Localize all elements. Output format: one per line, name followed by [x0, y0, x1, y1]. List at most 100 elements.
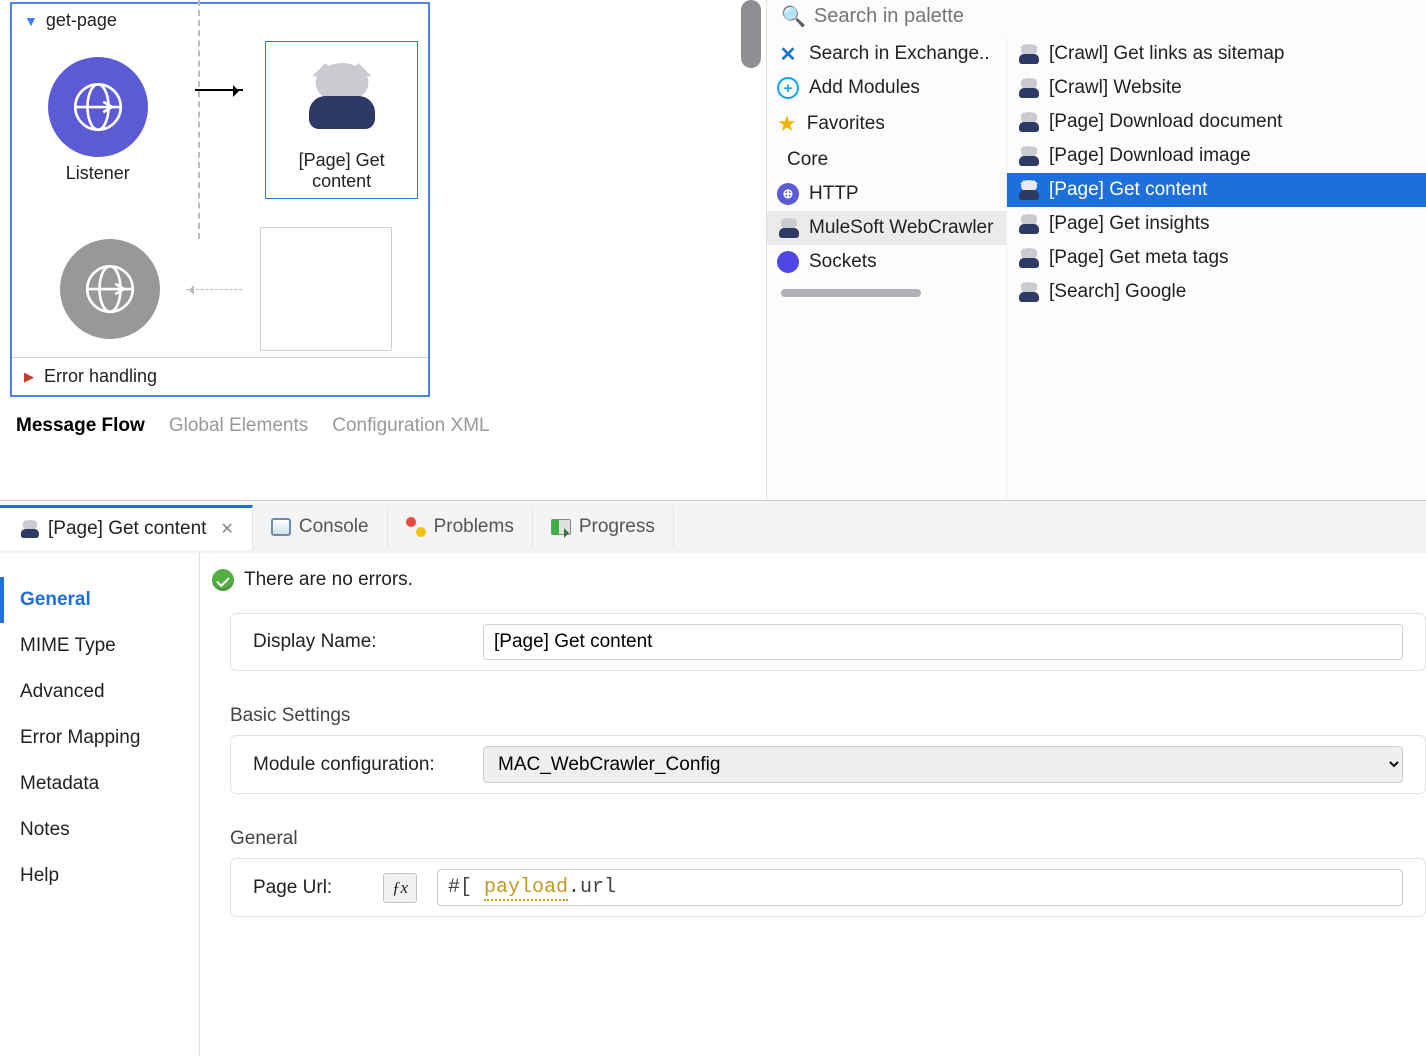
- cat-icon: [1017, 247, 1039, 269]
- scrollbar-thumb[interactable]: [741, 0, 761, 68]
- operation-item[interactable]: [Page] Get insights: [1007, 207, 1426, 241]
- page-url-row: Page Url: ƒx #[ payload.url: [231, 859, 1425, 916]
- category-label: Core: [787, 149, 828, 171]
- tab-console[interactable]: Console: [253, 506, 388, 548]
- flow-container[interactable]: ▼ get-page Listener: [10, 2, 430, 397]
- category-label: Search in Exchange..: [809, 43, 990, 65]
- category-webcrawler[interactable]: MuleSoft WebCrawler: [767, 211, 1006, 245]
- category-label: MuleSoft WebCrawler: [809, 217, 993, 239]
- category-label: HTTP: [809, 183, 859, 205]
- operation-label: [Page] Get content: [1049, 179, 1207, 201]
- operation-label: [Page] Download document: [1049, 111, 1282, 133]
- display-name-label: Display Name:: [253, 631, 463, 653]
- cat-icon: [1017, 281, 1039, 303]
- expr-url: url: [580, 876, 616, 899]
- flow-header[interactable]: ▼ get-page: [12, 4, 428, 31]
- error-handling-label: Error handling: [44, 366, 157, 387]
- expand-icon[interactable]: ▶: [24, 369, 34, 385]
- sidebar-item-general[interactable]: General: [0, 577, 199, 623]
- palette-search: 🔍: [767, 0, 1426, 37]
- cat-icon: [1017, 111, 1039, 133]
- category-exchange[interactable]: ✕ Search in Exchange..: [767, 37, 1006, 71]
- tab-label: Console: [299, 516, 369, 538]
- sidebar-item-error-mapping[interactable]: Error Mapping: [0, 715, 199, 761]
- display-name-input[interactable]: [483, 624, 1403, 660]
- general-section-title: General: [208, 810, 1426, 858]
- cat-icon: [1017, 213, 1039, 235]
- status-row: There are no errors.: [208, 569, 1426, 591]
- category-label: Favorites: [807, 113, 885, 135]
- collapse-icon[interactable]: ▼: [24, 13, 38, 29]
- tab-label: Progress: [579, 516, 655, 538]
- properties-panel: [Page] Get content ✕ Console Problems Pr…: [0, 500, 1426, 1056]
- tab-global-elements[interactable]: Global Elements: [169, 415, 308, 437]
- ok-icon: [212, 569, 234, 591]
- cat-icon: [1017, 77, 1039, 99]
- listener-node[interactable]: Listener: [22, 57, 173, 184]
- palette-operations: [Crawl] Get links as sitemap [Crawl] Web…: [1007, 37, 1426, 500]
- plus-icon: +: [777, 77, 799, 99]
- tab-label: Problems: [434, 516, 514, 538]
- operation-item[interactable]: [Page] Download image: [1007, 139, 1426, 173]
- tab-progress[interactable]: Progress: [533, 506, 674, 548]
- module-config-row: Module configuration: MAC_WebCrawler_Con…: [231, 736, 1425, 793]
- category-http[interactable]: ⊕ HTTP: [767, 177, 1006, 211]
- error-handling-section[interactable]: ▶ Error handling: [12, 357, 428, 395]
- close-icon[interactable]: ✕: [220, 519, 233, 539]
- fx-button[interactable]: ƒx: [383, 873, 417, 903]
- return-scope[interactable]: [260, 227, 392, 351]
- tab-page-get-content[interactable]: [Page] Get content ✕: [0, 505, 253, 550]
- operation-item[interactable]: [Crawl] Website: [1007, 71, 1426, 105]
- sidebar-item-metadata[interactable]: Metadata: [0, 761, 199, 807]
- palette-categories: ✕ Search in Exchange.. + Add Modules ★ F…: [767, 37, 1007, 500]
- category-sockets[interactable]: Sockets: [767, 245, 1006, 279]
- sidebar-item-mime[interactable]: MIME Type: [0, 623, 199, 669]
- module-config-select[interactable]: MAC_WebCrawler_Config: [483, 746, 1403, 783]
- flow-canvas: ▼ get-page Listener: [0, 0, 766, 500]
- listener-label: Listener: [66, 163, 130, 184]
- display-name-row: Display Name:: [231, 614, 1425, 670]
- operation-item[interactable]: [Page] Download document: [1007, 105, 1426, 139]
- horizontal-scrollbar[interactable]: [781, 289, 921, 297]
- return-arrow-icon: [186, 289, 242, 290]
- response-icon[interactable]: [60, 239, 160, 339]
- category-add-modules[interactable]: + Add Modules: [767, 71, 1006, 105]
- properties-main: There are no errors. Display Name: Basic…: [200, 553, 1426, 1056]
- page-url-label: Page Url:: [253, 877, 363, 899]
- operation-item[interactable]: [Search] Google: [1007, 275, 1426, 309]
- cat-icon: [18, 518, 40, 540]
- operation-label: [Page] Get meta tags: [1049, 247, 1229, 269]
- category-label: Add Modules: [809, 77, 920, 99]
- sidebar-item-advanced[interactable]: Advanced: [0, 669, 199, 715]
- console-icon: [271, 518, 291, 536]
- operation-item[interactable]: [Page] Get meta tags: [1007, 241, 1426, 275]
- sidebar-item-notes[interactable]: Notes: [0, 807, 199, 853]
- tab-config-xml[interactable]: Configuration XML: [332, 415, 489, 437]
- operation-label: [Page] Download image: [1049, 145, 1251, 167]
- search-input[interactable]: [814, 5, 1416, 28]
- scope-divider: [198, 0, 200, 239]
- palette-panel: 🔍 ✕ Search in Exchange.. + Add Modules ★…: [766, 0, 1426, 500]
- get-content-node[interactable]: [Page] Get content: [265, 41, 418, 199]
- flow-name: get-page: [46, 10, 117, 31]
- category-favorites[interactable]: ★ Favorites: [767, 105, 1006, 143]
- tab-problems[interactable]: Problems: [388, 506, 533, 548]
- search-icon: 🔍: [781, 4, 806, 29]
- expr-dot: .: [568, 876, 580, 899]
- flow-body[interactable]: Listener [Page] Get content: [12, 31, 428, 357]
- status-text: There are no errors.: [244, 569, 413, 591]
- tab-message-flow[interactable]: Message Flow: [16, 415, 145, 437]
- operation-label: [Page] Get insights: [1049, 213, 1210, 235]
- sidebar-item-help[interactable]: Help: [0, 853, 199, 899]
- listener-icon: [48, 57, 148, 157]
- module-config-label: Module configuration:: [253, 754, 463, 776]
- operation-item-selected[interactable]: [Page] Get content: [1007, 173, 1426, 207]
- editor-tabs: Message Flow Global Elements Configurati…: [10, 397, 766, 455]
- category-core[interactable]: Core: [767, 143, 1006, 177]
- operation-label: [Search] Google: [1049, 281, 1186, 303]
- operation-item[interactable]: [Crawl] Get links as sitemap: [1007, 37, 1426, 71]
- cat-icon: [777, 217, 799, 239]
- star-icon: ★: [777, 111, 797, 137]
- page-url-input[interactable]: #[ payload.url: [437, 869, 1403, 906]
- cat-icon: [1017, 179, 1039, 201]
